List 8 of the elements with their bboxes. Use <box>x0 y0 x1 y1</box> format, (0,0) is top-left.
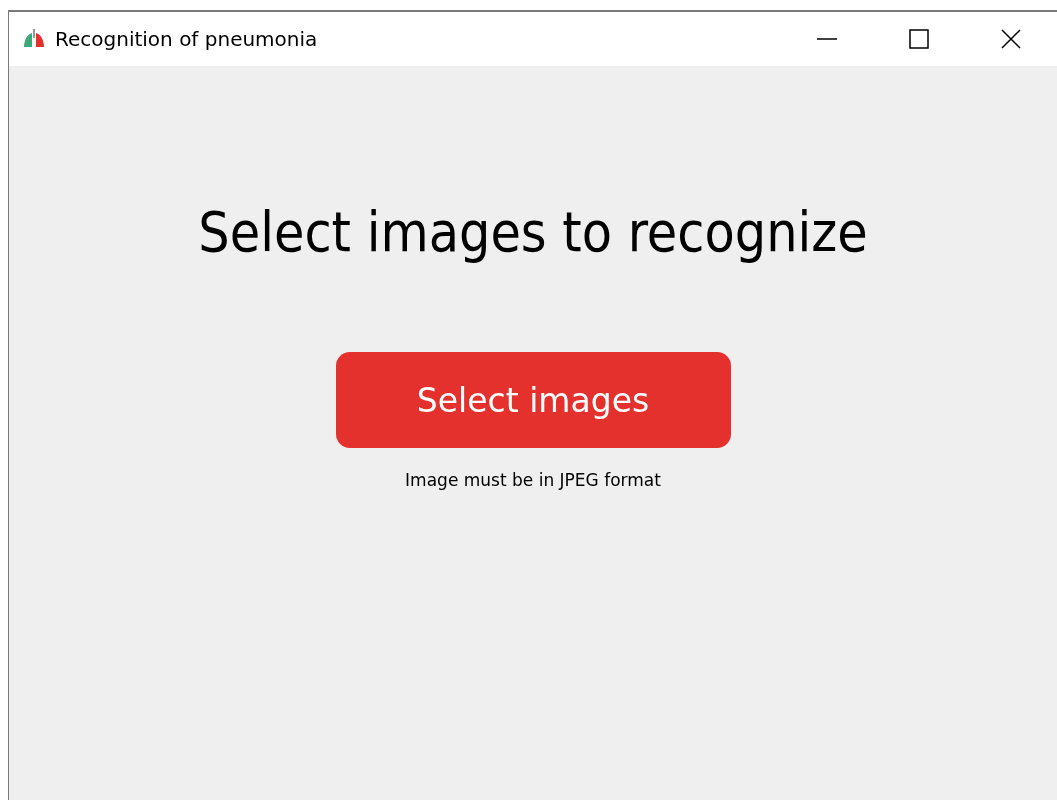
heading: Select images to recognize <box>198 200 868 264</box>
lungs-icon <box>23 29 45 49</box>
maximize-icon <box>909 29 929 49</box>
minimize-icon <box>817 38 837 40</box>
window-title: Recognition of pneumonia <box>55 27 319 51</box>
format-hint: Image must be in JPEG format <box>405 470 661 490</box>
close-icon <box>1001 29 1021 49</box>
select-images-button[interactable]: Select images <box>335 352 731 448</box>
